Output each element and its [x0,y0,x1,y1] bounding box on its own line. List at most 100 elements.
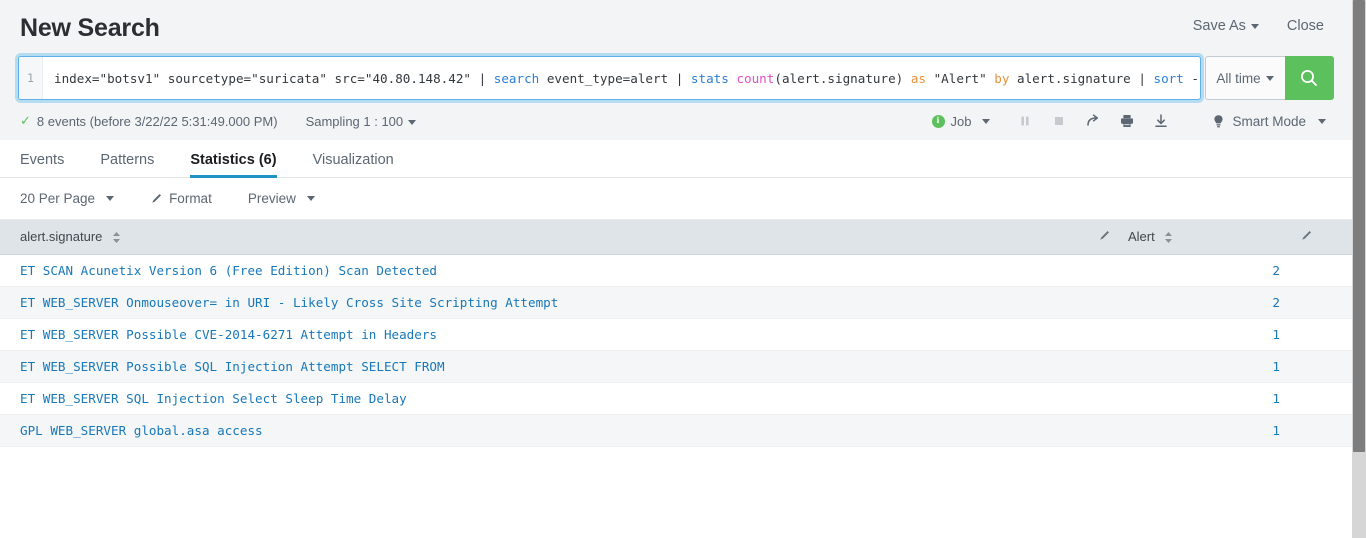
save-as-label: Save As [1192,18,1246,34]
search-mode-button[interactable]: Smart Mode [1212,114,1326,129]
cell-alert: 1 [1108,350,1280,383]
job-controls: i Job Smart Mode [931,108,1326,134]
cell-spacer [1078,350,1108,383]
cell-spacer [1280,382,1352,415]
cell-alert: 2 [1108,286,1280,319]
event-count-text: 8 events (before 3/22/22 5:31:49.000 PM) [36,113,278,129]
run-search-button[interactable] [1284,56,1335,100]
alert-value[interactable]: 1 [1272,359,1280,374]
results-toolbar: 20 Per Page Format Preview [0,178,1352,220]
preview-label: Preview [247,191,296,206]
preview-dropdown[interactable]: Preview [248,191,315,206]
time-range-picker[interactable]: All time [1204,56,1285,100]
pencil-icon [1302,230,1311,240]
job-action-icons [1010,108,1176,134]
format-button[interactable]: Format [150,191,212,206]
splunk-search-page: New Search Save As Close 1 index="botsv1… [0,0,1366,538]
signature-value[interactable]: ET SCAN Acunetix Version 6 (Free Edition… [20,263,437,278]
spl-token-sort: sort [1153,70,1184,86]
format-label: Format [169,191,212,206]
sort-arrows-icon[interactable] [1164,231,1173,244]
sampling-dropdown[interactable]: Sampling 1 : 100 [306,114,417,129]
cell-signature: ET WEB_SERVER Possible CVE-2014-6271 Att… [0,318,1078,351]
cell-spacer [1280,254,1352,287]
column-header-edit-alert[interactable] [1280,220,1352,255]
spl-token-base: index="botsv1" sourcetype="suricata" src… [54,70,494,86]
alert-value[interactable]: 1 [1272,327,1280,342]
spl-token-search: search [493,70,540,86]
spl-token-args: (alert.signature) [774,70,911,86]
tab-statistics[interactable]: Statistics (6) [190,152,290,178]
chevron-down-icon [1265,75,1274,81]
sort-arrows-icon[interactable] [112,231,121,244]
table-row: GPL WEB_SERVER global.asa access 1 [0,414,1352,447]
tab-visualization[interactable]: Visualization [313,152,408,177]
search-mode-label: Smart Mode [1232,113,1306,129]
signature-value[interactable]: ET WEB_SERVER Possible CVE-2014-6271 Att… [20,327,437,342]
column-header-edit-signature[interactable] [1078,220,1109,255]
cell-signature: GPL WEB_SERVER global.asa access [0,414,1078,447]
cell-alert: 1 [1108,318,1280,351]
search-input-box[interactable]: 1 index="botsv1" sourcetype="suricata" s… [18,56,1201,100]
per-page-dropdown[interactable]: 20 Per Page [20,191,115,206]
tab-patterns[interactable]: Patterns [100,152,168,177]
search-info-bar: ✓ 8 events (before 3/22/22 5:31:49.000 P… [0,104,1352,138]
cell-alert: 1 [1108,382,1280,415]
job-button[interactable]: i Job [931,114,991,129]
chevron-down-icon [408,119,417,125]
signature-value[interactable]: ET WEB_SERVER Onmouseover= in URI - Like… [20,295,558,310]
spl-token-alias: "Alert" [926,70,995,86]
table-row: ET WEB_SERVER Possible CVE-2014-6271 Att… [0,318,1352,351]
cell-signature: ET WEB_SERVER Possible SQL Injection Att… [0,350,1078,383]
header-actions: Save As Close [1193,18,1324,34]
cell-spacer [1078,414,1108,447]
check-icon: ✓ [20,113,31,128]
close-button[interactable]: Close [1287,18,1324,34]
table-header-row: alert.signature Alert [0,220,1352,255]
scrollbar-thumb[interactable] [1353,0,1365,452]
save-as-button[interactable]: Save As [1193,18,1259,34]
vertical-scrollbar[interactable] [1352,0,1366,538]
line-number-gutter: 1 [19,57,43,99]
spl-token-as: as [910,70,927,86]
results-table-wrap: alert.signature Alert ET SCAN Acunetix V… [0,220,1352,538]
cell-spacer [1280,318,1352,351]
column-header-signature[interactable]: alert.signature [0,220,1078,255]
pause-icon [1010,108,1040,134]
alert-value[interactable]: 2 [1272,263,1280,278]
cell-spacer [1078,318,1108,351]
chevron-down-icon [982,118,991,124]
column-header-alert-label: Alert [1128,229,1155,245]
info-circle-icon: i [931,114,945,128]
pencil-icon [1100,230,1109,240]
cell-spacer [1280,414,1352,447]
share-icon[interactable] [1078,108,1108,134]
signature-value[interactable]: ET WEB_SERVER Possible SQL Injection Att… [20,359,445,374]
cell-spacer [1280,350,1352,383]
result-tabs: Events Patterns Statistics (6) Visualiza… [0,140,1352,178]
cell-spacer [1280,286,1352,319]
tab-events[interactable]: Events [20,152,78,177]
spl-token-sortarg: - "Alert" [1191,70,1200,86]
statistics-table: alert.signature Alert ET SCAN Acunetix V… [0,220,1352,447]
lightbulb-icon [1214,114,1224,127]
alert-value[interactable]: 1 [1272,423,1280,438]
table-row: ET WEB_SERVER SQL Injection Select Sleep… [0,382,1352,415]
chevron-down-icon [1318,118,1326,124]
spl-token-byfield: alert.signature | [1009,70,1154,86]
spl-token-count: count [736,70,775,86]
print-icon[interactable] [1112,108,1142,134]
cell-signature: ET WEB_SERVER Onmouseover= in URI - Like… [0,286,1078,319]
page-title: New Search [20,14,160,42]
export-icon[interactable] [1146,108,1176,134]
search-query-text[interactable]: index="botsv1" sourcetype="suricata" src… [43,70,1200,86]
alert-value[interactable]: 1 [1272,391,1280,406]
alert-value[interactable]: 2 [1272,295,1280,310]
signature-value[interactable]: GPL WEB_SERVER global.asa access [20,423,263,438]
cell-signature: ET WEB_SERVER SQL Injection Select Sleep… [0,382,1078,415]
column-header-alert[interactable]: Alert [1108,220,1280,255]
sampling-label: Sampling 1 : 100 [305,113,404,129]
signature-value[interactable]: ET WEB_SERVER SQL Injection Select Sleep… [20,391,407,406]
chevron-down-icon [306,196,315,201]
spl-token-eventtype: event_type=alert | [539,70,691,86]
